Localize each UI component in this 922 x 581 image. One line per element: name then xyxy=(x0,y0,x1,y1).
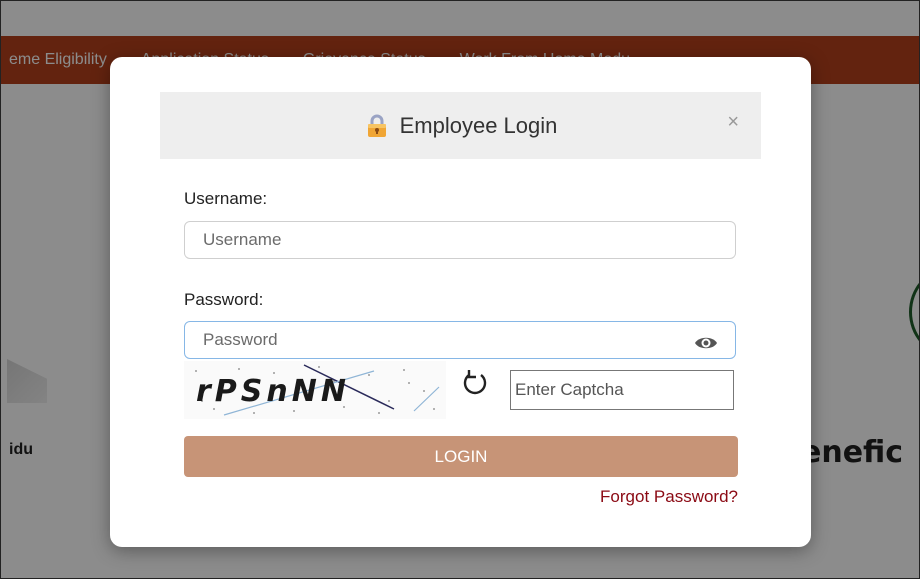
forgot-password-link[interactable]: Forgot Password? xyxy=(600,487,738,507)
page-frame: eme Eligibility Application Status Griev… xyxy=(0,0,920,579)
modal-title: Employee Login xyxy=(399,112,558,138)
password-label: Password: xyxy=(184,290,264,309)
password-input[interactable] xyxy=(184,321,736,359)
refresh-icon[interactable] xyxy=(461,369,489,397)
modal-header: Employee Login × xyxy=(160,92,761,159)
captcha-text: rPSnNN xyxy=(196,374,350,409)
close-icon[interactable]: × xyxy=(727,112,739,132)
modal-title-group: Employee Login xyxy=(364,112,558,139)
captcha-image: rPSnNN xyxy=(184,361,446,419)
username-input[interactable] xyxy=(184,221,736,259)
eye-icon[interactable] xyxy=(694,331,718,355)
username-label: Username: xyxy=(184,189,268,208)
captcha-input[interactable] xyxy=(510,370,734,410)
login-modal: Employee Login × Username: Password: xyxy=(110,57,811,547)
lock-icon xyxy=(364,113,390,139)
login-button[interactable]: LOGIN xyxy=(184,436,738,477)
